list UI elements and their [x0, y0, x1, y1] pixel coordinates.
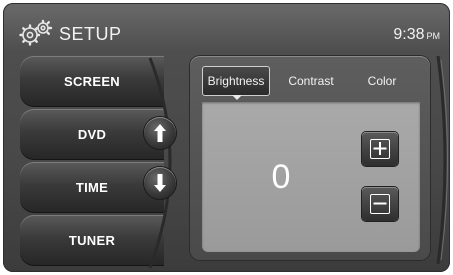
tab-label: Color	[367, 74, 397, 88]
brightness-value: 0	[271, 158, 291, 196]
adjust-area	[202, 102, 420, 252]
minus-icon	[373, 202, 387, 205]
clock: 9:38 PM	[393, 26, 440, 44]
plus-icon	[373, 142, 387, 155]
header-bar: SETUP 9:38 PM	[3, 3, 450, 55]
clock-time: 9:38	[393, 26, 425, 43]
tab-bar: Brightness Contrast Color	[198, 66, 418, 96]
arrow-down-icon	[154, 174, 166, 192]
menu-item-time[interactable]: TIME	[20, 162, 164, 213]
menu-item-tuner[interactable]: TUNER	[20, 215, 164, 266]
right-bezel-decoration	[436, 56, 448, 264]
tab-contrast[interactable]: Contrast	[276, 66, 346, 96]
menu-item-label: TIME	[75, 180, 109, 195]
tab-label: Brightness	[207, 74, 265, 88]
menu-item-label: SCREEN	[64, 74, 120, 89]
tab-color[interactable]: Color	[352, 66, 412, 96]
menu-item-label: DVD	[77, 127, 107, 142]
arrow-up-icon	[154, 124, 166, 142]
tab-brightness[interactable]: Brightness	[202, 66, 270, 96]
scroll-up-button[interactable]	[144, 117, 176, 149]
page-title: SETUP	[59, 24, 122, 44]
decrease-button[interactable]	[362, 187, 398, 221]
active-tab-pointer	[232, 95, 242, 100]
clock-ampm: PM	[426, 31, 441, 41]
tab-label: Contrast	[288, 74, 334, 88]
menu-item-screen[interactable]: SCREEN	[20, 56, 164, 107]
scroll-down-button[interactable]	[144, 167, 176, 199]
gears-icon	[19, 19, 53, 46]
increase-button[interactable]	[362, 132, 398, 166]
menu-item-dvd[interactable]: DVD	[20, 109, 164, 160]
menu-item-label: TUNER	[68, 233, 116, 248]
